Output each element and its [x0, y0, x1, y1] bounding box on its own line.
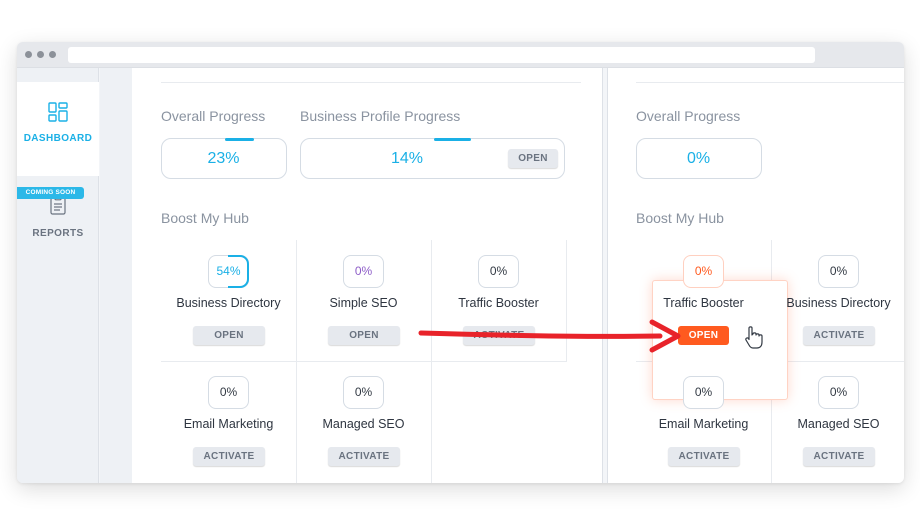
grid-line	[566, 240, 567, 362]
card-percent-badge: 0%	[343, 255, 384, 288]
boost-card-managed-seo: 0% Managed SEO ACTIVATE	[296, 361, 431, 481]
browser-titlebar	[17, 42, 904, 68]
window-dot-icon[interactable]	[49, 51, 56, 58]
business-profile-progress-label: Business Profile Progress	[300, 108, 461, 124]
card-percent-badge: 0%	[208, 376, 249, 409]
window-dot-icon[interactable]	[25, 51, 32, 58]
browser-window: DASHBOARD COMING SOON REPORTS Overall Pr…	[17, 42, 904, 483]
window-dot-icon[interactable]	[37, 51, 44, 58]
left-dashboard-panel: Overall Progress 23% Business Profile Pr…	[132, 68, 603, 483]
coming-soon-badge: COMING SOON	[17, 187, 84, 199]
sidebar-item-dashboard[interactable]: DASHBOARD	[17, 82, 99, 176]
boost-card-business-directory: 54% Business Directory OPEN	[161, 240, 296, 360]
overall-progress-box: 0%	[636, 138, 762, 179]
business-profile-progress-box: 14% OPEN	[300, 137, 565, 179]
boost-card-simple-seo: 0% Simple SEO OPEN	[296, 240, 431, 360]
boost-my-hub-title: Boost My Hub	[161, 210, 249, 226]
boost-my-hub-title: Boost My Hub	[636, 210, 724, 226]
card-percent-badge: 0%	[683, 255, 724, 288]
card-progress-arc	[228, 255, 249, 288]
card-activate-button[interactable]: ACTIVATE	[328, 447, 400, 466]
card-open-button[interactable]: OPEN	[193, 326, 265, 345]
right-dashboard-panel: Overall Progress 0% Boost My Hub 0% Traf…	[607, 68, 904, 483]
card-percent-badge: 0%	[343, 376, 384, 409]
card-percent-badge: 0%	[478, 255, 519, 288]
card-title: Managed SEO	[322, 417, 405, 431]
card-open-button[interactable]: OPEN	[678, 326, 729, 345]
card-percent-badge: 0%	[818, 376, 859, 409]
card-activate-button[interactable]: ACTIVATE	[803, 326, 875, 345]
boost-card-email-marketing: 0% Email Marketing ACTIVATE	[636, 361, 771, 481]
boost-card-traffic-booster: 0% Traffic Booster OPEN	[636, 240, 771, 360]
card-activate-button[interactable]: ACTIVATE	[463, 326, 535, 345]
divider	[636, 82, 904, 83]
boost-card-traffic-booster: 0% Traffic Booster ACTIVATE	[431, 240, 566, 360]
business-profile-progress-value: 14%	[390, 150, 424, 167]
boost-card-email-marketing: 0% Email Marketing ACTIVATE	[161, 361, 296, 481]
sidebar: DASHBOARD COMING SOON REPORTS	[17, 68, 99, 483]
card-activate-button[interactable]: ACTIVATE	[193, 447, 265, 466]
card-title: Email Marketing	[183, 417, 274, 431]
card-title: Simple SEO	[329, 296, 398, 310]
overall-progress-value: 0%	[686, 150, 711, 167]
card-activate-button[interactable]: ACTIVATE	[668, 447, 740, 466]
card-open-button[interactable]: OPEN	[328, 326, 400, 345]
card-activate-button[interactable]: ACTIVATE	[803, 447, 875, 466]
card-percent-badge: 0%	[818, 255, 859, 288]
divider	[161, 82, 581, 83]
card-title: Traffic Booster	[458, 296, 539, 310]
card-title: Email Marketing	[658, 417, 749, 431]
business-profile-open-button[interactable]: OPEN	[508, 149, 558, 168]
card-title: Traffic Booster	[663, 296, 744, 310]
card-percent-badge: 0%	[683, 376, 724, 409]
sidebar-item-label: DASHBOARD	[23, 133, 93, 144]
boost-card-managed-seo: 0% Managed SEO ACTIVATE	[771, 361, 904, 481]
overall-progress-label: Overall Progress	[161, 108, 266, 124]
card-title: Business Directory	[786, 296, 891, 310]
overall-progress-box: 23%	[161, 137, 287, 179]
card-title: Managed SEO	[797, 417, 880, 431]
overall-progress-value: 23%	[207, 150, 240, 167]
address-bar[interactable]	[68, 47, 815, 63]
overall-progress-label: Overall Progress	[636, 108, 741, 124]
card-title: Business Directory	[176, 296, 281, 310]
sidebar-item-reports[interactable]: REPORTS	[17, 228, 99, 239]
dashboard-icon	[48, 102, 68, 122]
content-gutter	[100, 68, 132, 483]
boost-card-business-directory: 0% Business Directory ACTIVATE	[771, 240, 904, 360]
